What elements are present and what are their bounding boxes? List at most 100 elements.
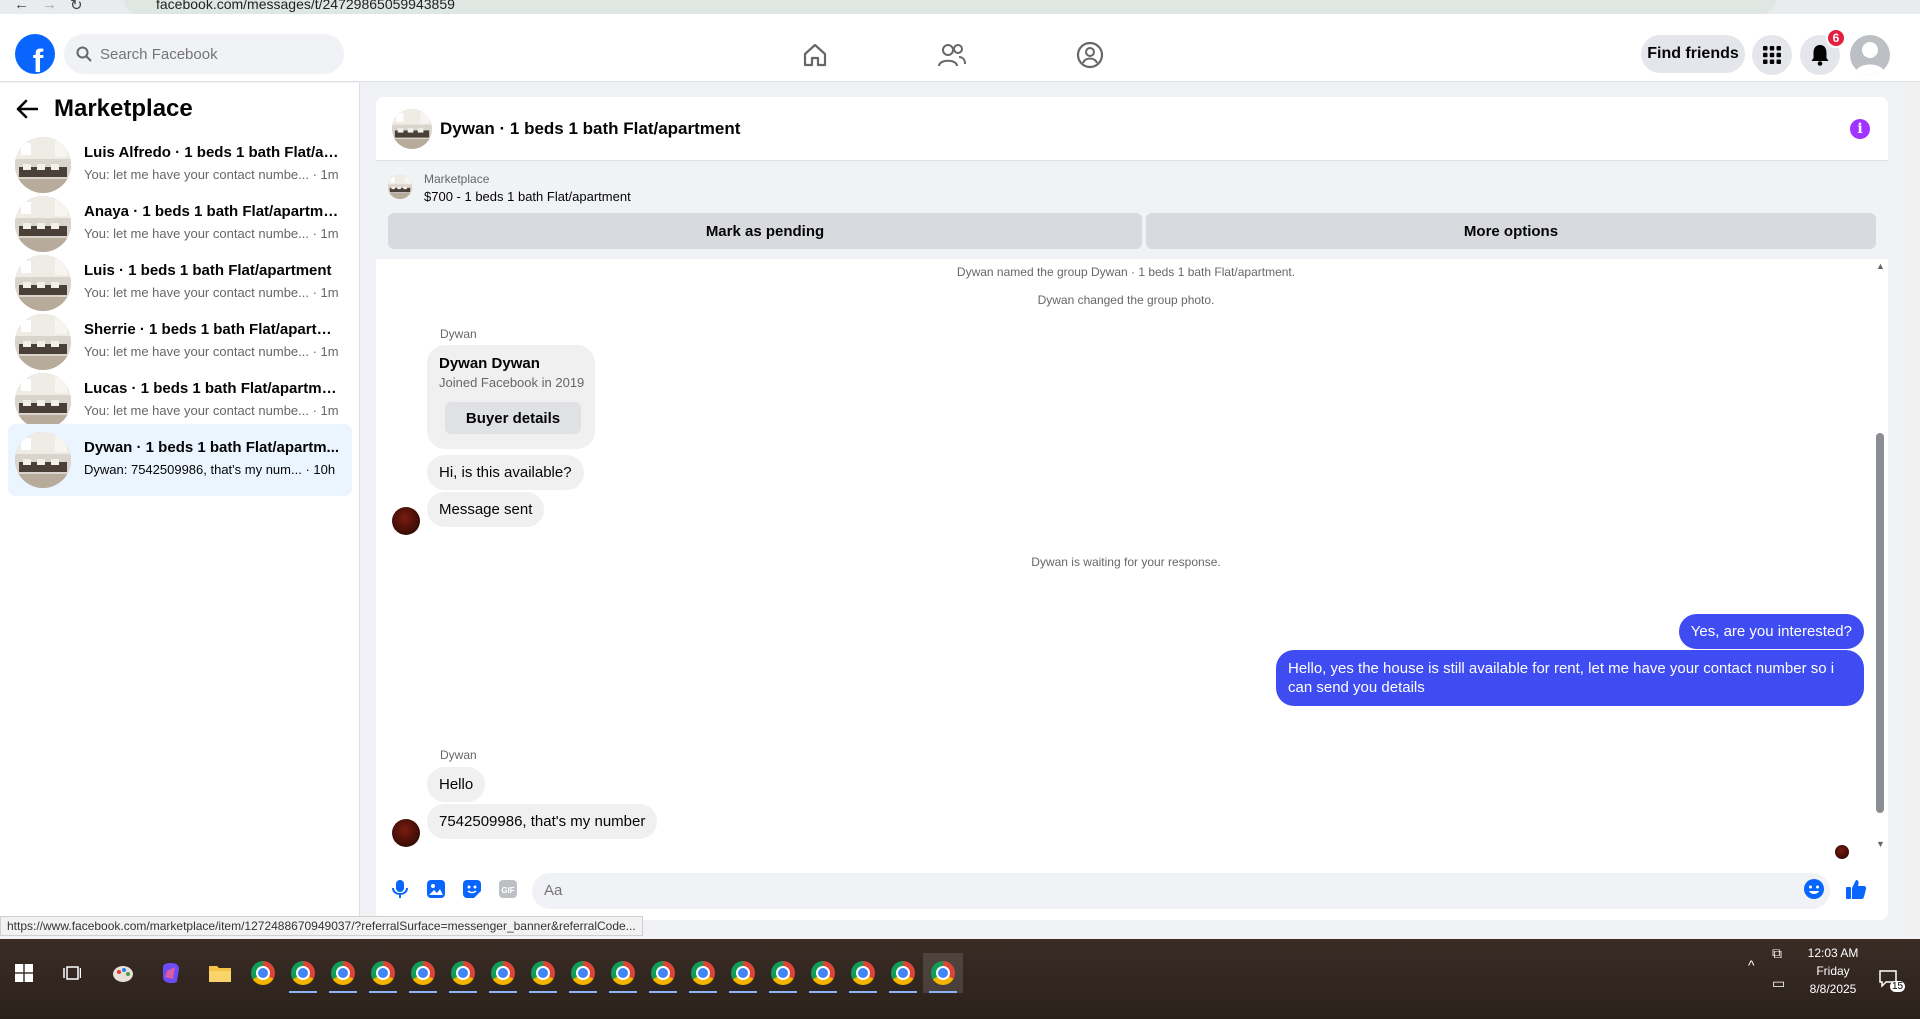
active-indicator: [609, 991, 637, 993]
conversation-item[interactable]: Dywan · 1 beds 1 bath Flat/apartm... Dywa…: [8, 424, 352, 496]
conversation-preview: You: let me have your contact numbe... ·…: [84, 167, 339, 182]
photo-icon[interactable]: [424, 877, 448, 901]
search-icon: [76, 46, 92, 62]
windows-start-icon[interactable]: [4, 953, 44, 993]
scroll-up-arrow-icon[interactable]: ▲: [1876, 261, 1885, 271]
incoming-message[interactable]: 7542509986, that's my number: [427, 804, 658, 839]
listing-thumbnail: [15, 314, 71, 370]
gif-icon[interactable]: GIF: [496, 877, 520, 901]
microphone-icon[interactable]: [388, 877, 412, 901]
page-scrollbar[interactable]: [1904, 82, 1920, 934]
incoming-message[interactable]: Hello: [427, 767, 486, 802]
chrome-window-icon[interactable]: [283, 953, 323, 993]
chrome-window-icon[interactable]: [923, 953, 963, 993]
chrome-window-icon[interactable]: [723, 953, 763, 993]
menu-grid-icon[interactable]: [1752, 35, 1792, 75]
profile-avatar[interactable]: [1850, 35, 1890, 75]
incoming-message[interactable]: Hi, is this available?: [427, 455, 584, 490]
forward-arrow-icon[interactable]: →: [42, 0, 57, 13]
conversation-preview: You: let me have your contact numbe... ·…: [84, 403, 339, 418]
chrome-window-icon[interactable]: [603, 953, 643, 993]
seen-by-avatar: [1835, 845, 1849, 859]
friends-icon[interactable]: [937, 40, 967, 70]
active-indicator: [289, 991, 317, 993]
chat-title[interactable]: Dywan · 1 beds 1 bath Flat/apartment: [440, 119, 740, 139]
sender-name: Dywan: [440, 748, 477, 762]
conversation-preview: Dywan: 7542509986, that's my num... · 10…: [84, 462, 336, 477]
copilot-icon[interactable]: [151, 953, 191, 993]
status-bar-link: https://www.facebook.com/marketplace/ite…: [0, 916, 643, 936]
chrome-icon: [651, 961, 675, 985]
clock-day: Friday: [1816, 964, 1850, 978]
system-clock[interactable]: 12:03 AM Friday 8/8/2025: [1796, 944, 1870, 998]
listing-thumbnail[interactable]: [388, 175, 412, 199]
scroll-down-arrow-icon[interactable]: ▼: [1876, 839, 1885, 849]
conversation-title: Lucas · 1 beds 1 bath Flat/apartment: [84, 380, 342, 397]
chrome-window-icon[interactable]: [883, 953, 923, 993]
find-friends-button[interactable]: Find friends: [1641, 35, 1745, 73]
chrome-window-icon[interactable]: [483, 953, 523, 993]
active-indicator: [769, 991, 797, 993]
message-input[interactable]: [544, 882, 1784, 899]
chat-scrollbar[interactable]: ▲ ▼: [1872, 259, 1888, 853]
reload-icon[interactable]: ↻: [70, 0, 83, 14]
facebook-logo-icon[interactable]: f: [15, 34, 55, 74]
chrome-icon: [531, 961, 555, 985]
chrome-window-icon[interactable]: [563, 953, 603, 993]
message-input-field[interactable]: [532, 873, 1830, 909]
action-center-badge: 15: [1890, 981, 1906, 992]
active-indicator: [409, 991, 437, 993]
chrome-window-icon[interactable]: [243, 953, 283, 993]
listing-thumbnail: [15, 137, 71, 193]
chrome-window-icon[interactable]: [523, 953, 563, 993]
home-icon[interactable]: [800, 40, 830, 70]
file-explorer-icon[interactable]: [200, 953, 240, 993]
listing-price-title[interactable]: $700 - 1 beds 1 bath Flat/apartment: [424, 189, 631, 204]
listing-thumbnail: [15, 196, 71, 252]
chrome-window-icon[interactable]: [363, 953, 403, 993]
chrome-icon: [371, 961, 395, 985]
outgoing-message[interactable]: Hello, yes the house is still available …: [1276, 650, 1864, 706]
chrome-window-icon[interactable]: [803, 953, 843, 993]
buyer-details-button[interactable]: Buyer details: [445, 402, 581, 434]
sticker-icon[interactable]: [460, 877, 484, 901]
task-view-icon[interactable]: [52, 953, 92, 993]
tray-device-icon[interactable]: ⧉: [1772, 945, 1782, 962]
incoming-message[interactable]: Message sent: [427, 492, 545, 527]
chrome-window-icon[interactable]: [643, 953, 683, 993]
more-options-button[interactable]: More options: [1146, 213, 1876, 249]
search-box[interactable]: [64, 34, 344, 74]
search-input[interactable]: [100, 45, 320, 63]
chat-avatar[interactable]: [392, 109, 432, 149]
listing-thumbnail: [15, 432, 71, 488]
url-text[interactable]: facebook.com/messages/t/2472986505994385…: [156, 0, 455, 12]
marketplace-sidebar: Marketplace Luis Alfredo · 1 beds 1 bath…: [0, 83, 360, 920]
groups-icon[interactable]: [1075, 40, 1105, 70]
scrollbar-thumb[interactable]: [1876, 433, 1884, 813]
chrome-window-icon[interactable]: [403, 953, 443, 993]
chrome-window-icon[interactable]: [843, 953, 883, 993]
mark-as-pending-button[interactable]: Mark as pending: [388, 213, 1142, 249]
clock-date: 8/8/2025: [1809, 982, 1857, 996]
back-arrow-icon[interactable]: [16, 99, 38, 119]
network-icon[interactable]: ▭: [1772, 975, 1785, 992]
like-icon[interactable]: [1844, 877, 1868, 901]
emoji-icon[interactable]: [1802, 877, 1826, 901]
info-icon[interactable]: i: [1850, 119, 1870, 139]
system-message: Dywan is waiting for your response.: [1031, 555, 1221, 569]
chrome-icon: [731, 961, 755, 985]
back-arrow-icon[interactable]: ←: [14, 0, 29, 13]
top-navigation: f Find friends 6: [0, 14, 1920, 82]
clock-time: 12:03 AM: [1807, 946, 1859, 960]
chrome-window-icon[interactable]: [443, 953, 483, 993]
paint-app-icon[interactable]: [103, 953, 143, 993]
chrome-window-icon[interactable]: [323, 953, 363, 993]
active-indicator: [369, 991, 397, 993]
outgoing-message[interactable]: Yes, are you interested?: [1678, 614, 1864, 649]
chrome-window-icon[interactable]: [683, 953, 723, 993]
system-message: Dywan changed the group photo.: [1037, 293, 1215, 307]
sender-avatar[interactable]: [392, 819, 420, 847]
sender-avatar[interactable]: [392, 507, 420, 535]
chrome-window-icon[interactable]: [763, 953, 803, 993]
show-hidden-icons-icon[interactable]: ^: [1748, 957, 1755, 973]
